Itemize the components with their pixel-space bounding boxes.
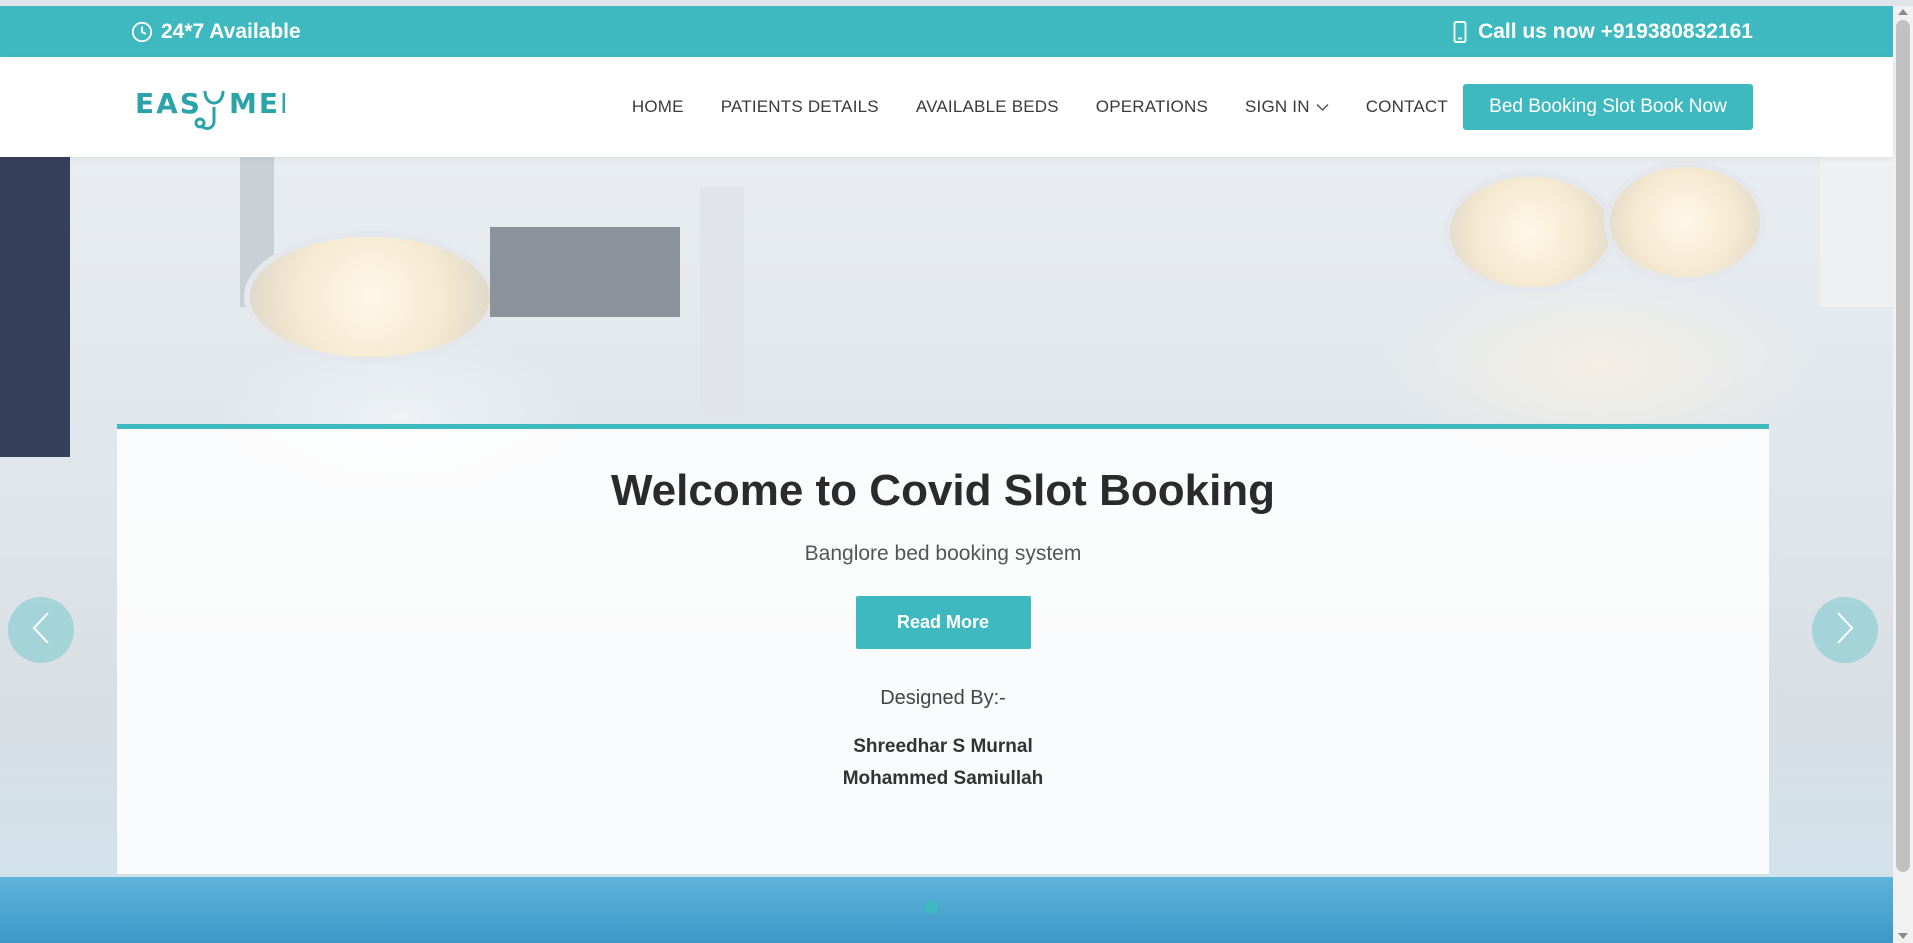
availability-info: 24*7 Available [131, 6, 301, 57]
chevron-left-icon [31, 611, 51, 650]
site-logo[interactable]: EAS MED [135, 77, 285, 137]
nav-home[interactable]: HOME [632, 97, 684, 117]
nav-contact-label: CONTACT [1365, 97, 1448, 116]
hero-carousel: Welcome to Covid Slot Booking Banglore b… [0, 157, 1893, 943]
clock-icon [131, 21, 153, 43]
chevron-right-icon [1835, 611, 1855, 650]
phone-info[interactable]: Call us now +919380832161 [1452, 6, 1753, 57]
chevron-down-icon [1316, 97, 1329, 117]
phone-text: Call us now +919380832161 [1478, 19, 1753, 43]
author-name: Mohammed Samiullah [842, 768, 1044, 789]
author-name: Shreedhar S Murnal [853, 736, 1033, 757]
book-now-button[interactable]: Bed Booking Slot Book Now [1463, 84, 1753, 130]
scroll-up-arrow-icon[interactable] [1898, 9, 1908, 15]
nav-patients-details[interactable]: PATIENTS DETAILS [721, 97, 879, 117]
easymed-logo: EAS MED [135, 87, 285, 130]
nav-contact[interactable]: CONTACT [1366, 97, 1448, 117]
svg-text:MED: MED [229, 87, 285, 120]
nav-sign-in-label: SIGN IN [1245, 97, 1310, 116]
nav-patients-details-label: PATIENTS DETAILS [720, 97, 879, 116]
site-header: EAS MED HOME PATIENTS DETAILS AVAILABLE … [0, 57, 1893, 157]
main-nav: HOME PATIENTS DETAILS AVAILABLE BEDS OPE… [632, 57, 1448, 157]
top-info-bar: 24*7 Available Call us now +919380832161 [0, 6, 1893, 57]
nav-home-label: HOME [631, 97, 684, 116]
read-more-button[interactable]: Read More [855, 596, 1031, 649]
designed-by-label: Designed By:- [880, 687, 1006, 709]
hero-caption-card: Welcome to Covid Slot Booking Banglore b… [117, 424, 1769, 874]
page-scrollbar[interactable] [1893, 6, 1913, 943]
nav-available-beds-label: AVAILABLE BEDS [915, 97, 1059, 116]
carousel-indicators [924, 900, 938, 914]
availability-text: 24*7 Available [161, 19, 301, 43]
carousel-dot-active[interactable] [924, 900, 938, 914]
phone-icon [1452, 20, 1468, 43]
scroll-thumb[interactable] [1896, 20, 1910, 872]
hero-title: Welcome to Covid Slot Booking [610, 466, 1276, 515]
nav-operations[interactable]: OPERATIONS [1096, 97, 1208, 117]
carousel-prev-button[interactable] [8, 597, 74, 663]
nav-available-beds[interactable]: AVAILABLE BEDS [916, 97, 1059, 117]
nav-operations-label: OPERATIONS [1095, 97, 1208, 116]
hero-subtitle: Banglore bed booking system [804, 542, 1082, 565]
carousel-next-button[interactable] [1812, 597, 1878, 663]
svg-text:EAS: EAS [135, 87, 202, 120]
nav-sign-in[interactable]: SIGN IN [1245, 97, 1329, 117]
scroll-down-arrow-icon[interactable] [1898, 933, 1908, 939]
